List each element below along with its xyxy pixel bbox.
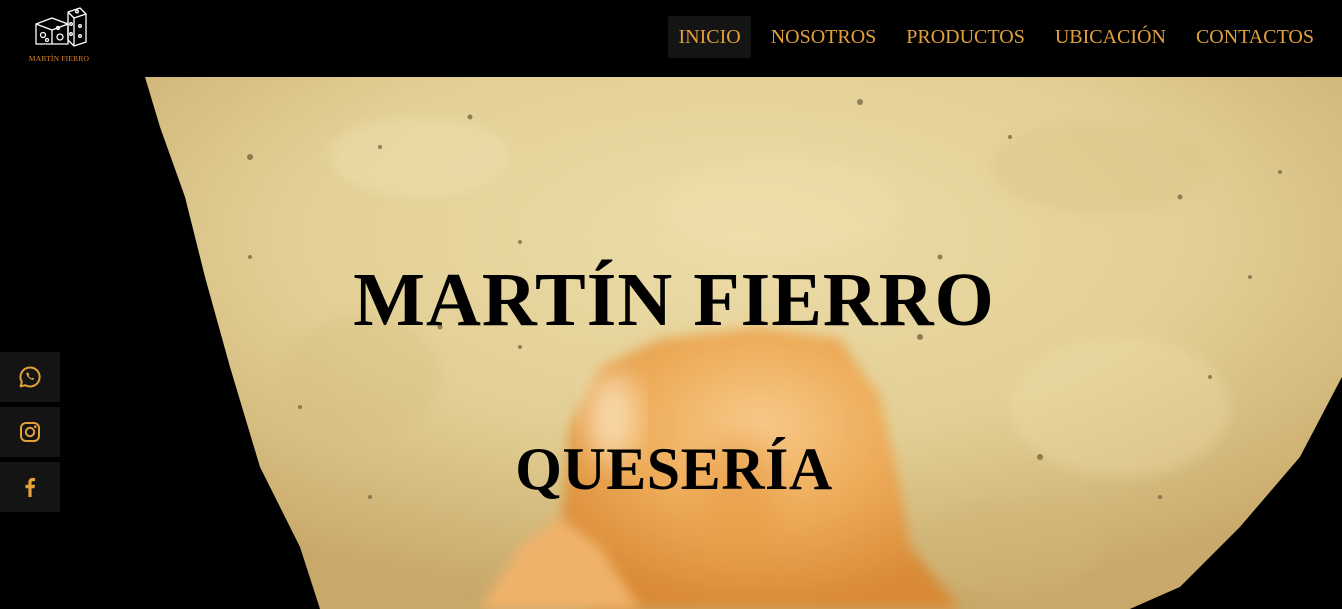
whatsapp-button[interactable] — [0, 352, 60, 402]
logo-text: MARTÍN FIERRO — [28, 54, 90, 63]
nav-item-nosotros[interactable]: NOSOTROS — [761, 16, 887, 58]
nav-item-ubicacion[interactable]: UBICACIÓN — [1045, 16, 1176, 58]
social-sidebar — [0, 352, 60, 517]
facebook-icon — [25, 477, 36, 497]
instagram-button[interactable] — [0, 407, 60, 457]
brand-logo[interactable]: MARTÍN FIERRO — [24, 4, 94, 66]
hero-subtitle: QUESERÍA — [515, 436, 833, 502]
navbar: MARTÍN FIERRO INICIO NOSOTROS PRODUCTOS … — [0, 0, 1342, 77]
main-nav: INICIO NOSOTROS PRODUCTOS UBICACIÓN CONT… — [658, 16, 1324, 58]
hero-title: MARTÍN FIERRO — [353, 258, 995, 342]
whatsapp-icon — [19, 366, 41, 388]
instagram-icon — [20, 422, 40, 442]
nav-item-productos[interactable]: PRODUCTOS — [896, 16, 1035, 58]
hero-section: MARTÍN FIERRO QUESERÍA — [0, 77, 1342, 609]
facebook-button[interactable] — [0, 462, 60, 512]
nav-item-inicio[interactable]: INICIO — [668, 16, 751, 58]
nav-item-contactos[interactable]: CONTACTOS — [1186, 16, 1324, 58]
cheese-dice-icon — [35, 7, 87, 47]
